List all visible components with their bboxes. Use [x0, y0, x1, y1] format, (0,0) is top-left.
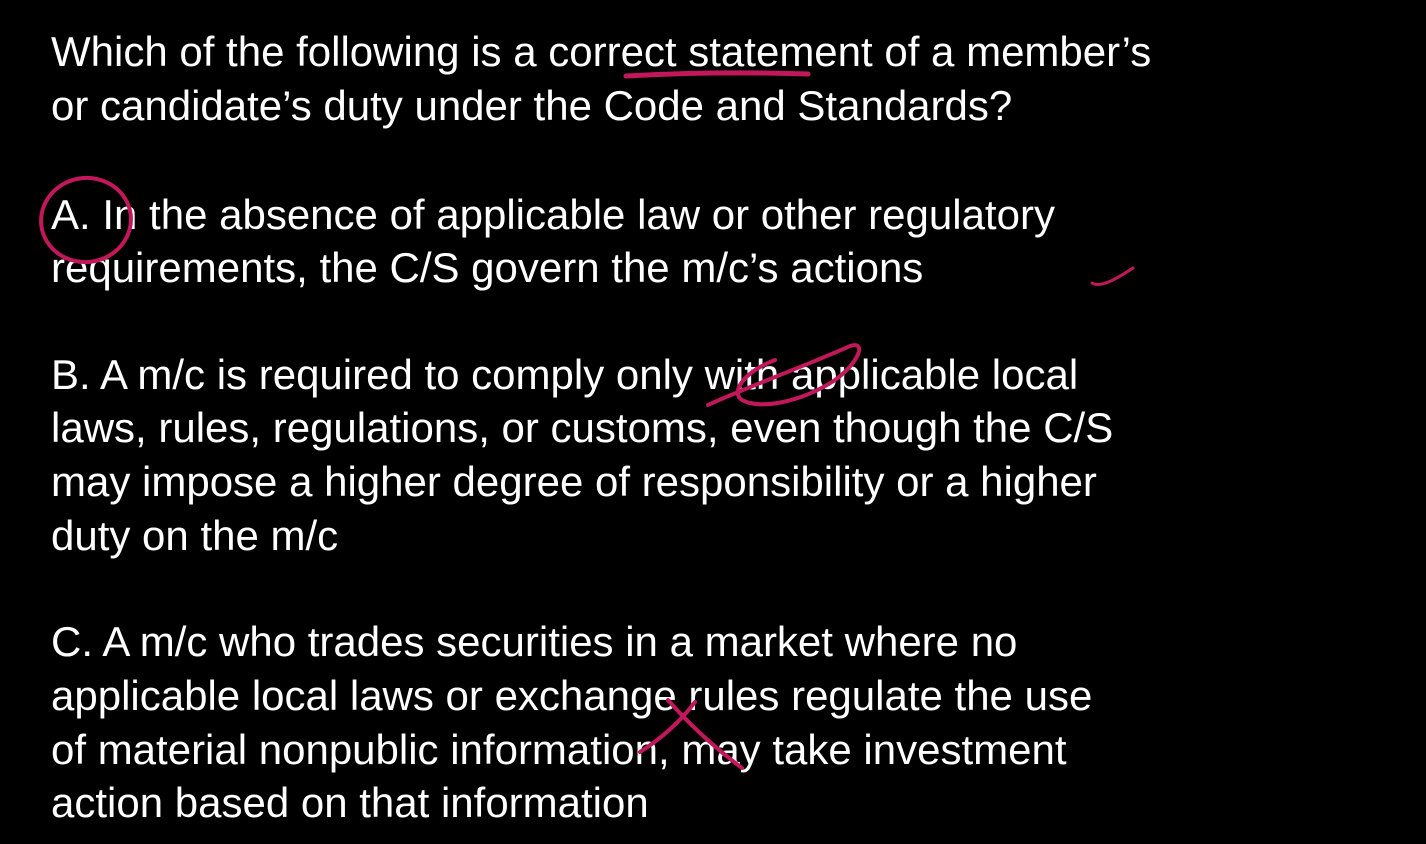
option-b-line-1: B. A m/c is required to comply only with… — [51, 351, 1079, 398]
option-a-line-1: A. In the absence of applicable law or o… — [51, 191, 1055, 238]
question-line-1: Which of the following is a correct stat… — [51, 28, 1152, 75]
option-c-line-2: applicable local laws or exchange rules … — [51, 672, 1093, 719]
option-c-line-1: C. A m/c who trades securities in a mark… — [51, 618, 1018, 665]
option-a-line-2: requirements, the C/S govern the m/c’s a… — [51, 244, 924, 291]
option-b-line-4: duty on the m/c — [51, 512, 339, 559]
tick-option-a-mark — [1090, 266, 1135, 286]
question-line-2: or candidate’s duty under the Code and S… — [51, 82, 1013, 129]
option-b-line-3: may impose a higher degree of responsibi… — [51, 458, 1097, 505]
option-c-line-4: action based on that information — [51, 779, 649, 826]
option-b-line-2: laws, rules, regulations, or customs, ev… — [51, 404, 1114, 451]
slide: Which of the following is a correct stat… — [0, 0, 1426, 844]
option-c-line-3: of material nonpublic information, may t… — [51, 726, 1067, 773]
